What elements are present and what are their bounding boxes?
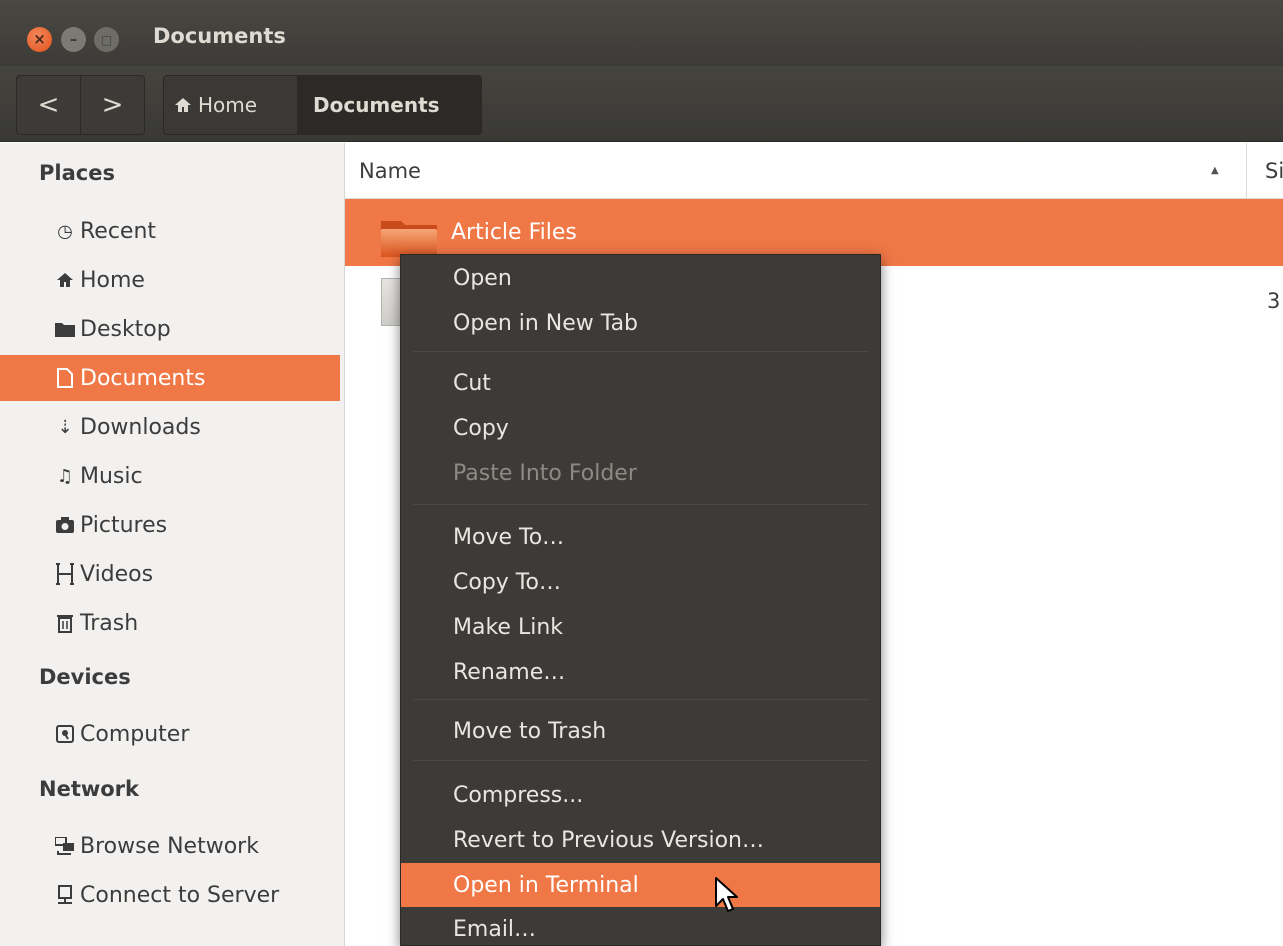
sidebar-item-label: Videos	[80, 561, 154, 587]
menu-item-open[interactable]: Open	[401, 256, 880, 300]
sidebar-item-label: Downloads	[80, 414, 201, 440]
breadcrumb-home[interactable]: Home	[164, 76, 297, 134]
breadcrumb: Home Documents	[163, 75, 482, 135]
sidebar-item-home[interactable]: Home	[0, 257, 340, 303]
trash-icon	[54, 613, 76, 633]
toolbar: < > Home Documents	[0, 66, 1283, 142]
sidebar-item-label: Recent	[80, 218, 157, 244]
menu-item-move-to-trash[interactable]: Move to Trash	[401, 709, 880, 753]
menu-item-make-link[interactable]: Make Link	[401, 605, 880, 649]
section-title-network: Network	[39, 777, 140, 801]
drive-icon	[54, 725, 76, 743]
server-icon	[54, 885, 76, 905]
sidebar-item-label: Pictures	[80, 512, 168, 538]
forward-button[interactable]: >	[80, 76, 144, 134]
sidebar: Places ◷ Recent Home Desktop Documents ⇣…	[0, 143, 345, 946]
sidebar-item-desktop[interactable]: Desktop	[0, 306, 340, 352]
network-icon	[54, 837, 76, 855]
camera-icon	[54, 517, 76, 533]
menu-separator	[413, 351, 868, 352]
clock-icon: ◷	[57, 220, 73, 242]
navigation-buttons: < >	[16, 75, 145, 135]
menu-item-open-in-new-tab[interactable]: Open in New Tab	[401, 301, 880, 345]
sidebar-item-downloads[interactable]: ⇣ Downloads	[0, 404, 340, 450]
sidebar-item-pictures[interactable]: Pictures	[0, 502, 340, 548]
sidebar-item-trash[interactable]: Trash	[0, 600, 340, 646]
folder-icon	[381, 221, 437, 257]
forward-arrow-icon: >	[101, 90, 124, 120]
sidebar-item-videos[interactable]: Videos	[0, 551, 340, 597]
document-icon	[54, 368, 76, 388]
menu-separator	[413, 504, 868, 505]
sidebar-item-label: Browse Network	[80, 833, 259, 859]
sidebar-item-label: Trash	[80, 610, 139, 636]
menu-item-revert-to-previous-version[interactable]: Revert to Previous Version…	[401, 818, 880, 862]
minimize-icon: –	[69, 30, 78, 48]
breadcrumb-documents-label: Documents	[313, 93, 440, 117]
menu-item-rename[interactable]: Rename…	[401, 650, 880, 694]
name-column-header[interactable]: Name	[359, 159, 421, 183]
window-title: Documents	[153, 24, 286, 48]
menu-separator	[413, 760, 868, 761]
sidebar-item-music[interactable]: ♫ Music	[0, 453, 340, 499]
menu-item-email[interactable]: Email…	[401, 907, 880, 946]
download-icon: ⇣	[57, 416, 73, 438]
breadcrumb-home-label: Home	[198, 93, 258, 117]
sidebar-item-label: Documents	[80, 365, 206, 391]
mouse-cursor-icon	[715, 877, 738, 912]
column-header: Name ▲ Si	[345, 143, 1283, 199]
menu-item-copy[interactable]: Copy	[401, 406, 880, 450]
file-name: Article Files	[451, 220, 577, 245]
size-column-header[interactable]: Si	[1265, 159, 1283, 183]
context-menu: Open Open in New Tab Cut Copy Paste Into…	[400, 254, 881, 946]
sidebar-item-label: Music	[80, 463, 143, 489]
sidebar-item-documents[interactable]: Documents	[0, 355, 340, 401]
menu-item-paste-into-folder: Paste Into Folder	[453, 460, 637, 486]
folder-icon	[54, 321, 76, 337]
maximize-icon: □	[100, 32, 113, 47]
sidebar-item-recent[interactable]: ◷ Recent	[0, 208, 340, 254]
sidebar-item-label: Desktop	[80, 316, 171, 342]
close-window-button[interactable]: ×	[27, 27, 52, 52]
menu-separator	[413, 699, 868, 700]
film-icon	[54, 563, 76, 585]
sidebar-item-label: Connect to Server	[80, 882, 280, 908]
sidebar-item-browse-network[interactable]: Browse Network	[0, 823, 340, 869]
sidebar-item-label: Computer	[80, 721, 190, 747]
section-title-devices: Devices	[39, 665, 131, 689]
file-size: 3	[1267, 289, 1281, 313]
breadcrumb-documents[interactable]: Documents	[297, 76, 481, 134]
sidebar-item-label: Home	[80, 267, 145, 293]
menu-item-cut[interactable]: Cut	[401, 361, 880, 405]
minimize-window-button[interactable]: –	[61, 27, 86, 52]
sidebar-item-computer[interactable]: Computer	[0, 711, 340, 757]
sort-ascending-icon: ▲	[1211, 165, 1219, 176]
home-icon	[175, 98, 191, 112]
menu-item-open-in-terminal[interactable]: Open in Terminal	[401, 863, 880, 907]
column-divider[interactable]	[1246, 143, 1247, 199]
maximize-window-button[interactable]: □	[94, 27, 119, 52]
close-icon: ×	[33, 30, 46, 48]
sidebar-item-connect-to-server[interactable]: Connect to Server	[0, 872, 340, 918]
back-button[interactable]: <	[17, 76, 80, 134]
home-icon	[54, 271, 76, 289]
section-title-places: Places	[39, 161, 115, 185]
title-bar: × – □ Documents	[0, 0, 1283, 66]
menu-item-move-to[interactable]: Move To…	[401, 515, 880, 559]
music-icon: ♫	[56, 465, 74, 487]
menu-item-compress[interactable]: Compress...	[401, 773, 880, 817]
back-arrow-icon: <	[37, 90, 60, 120]
menu-item-copy-to[interactable]: Copy To…	[401, 560, 880, 604]
